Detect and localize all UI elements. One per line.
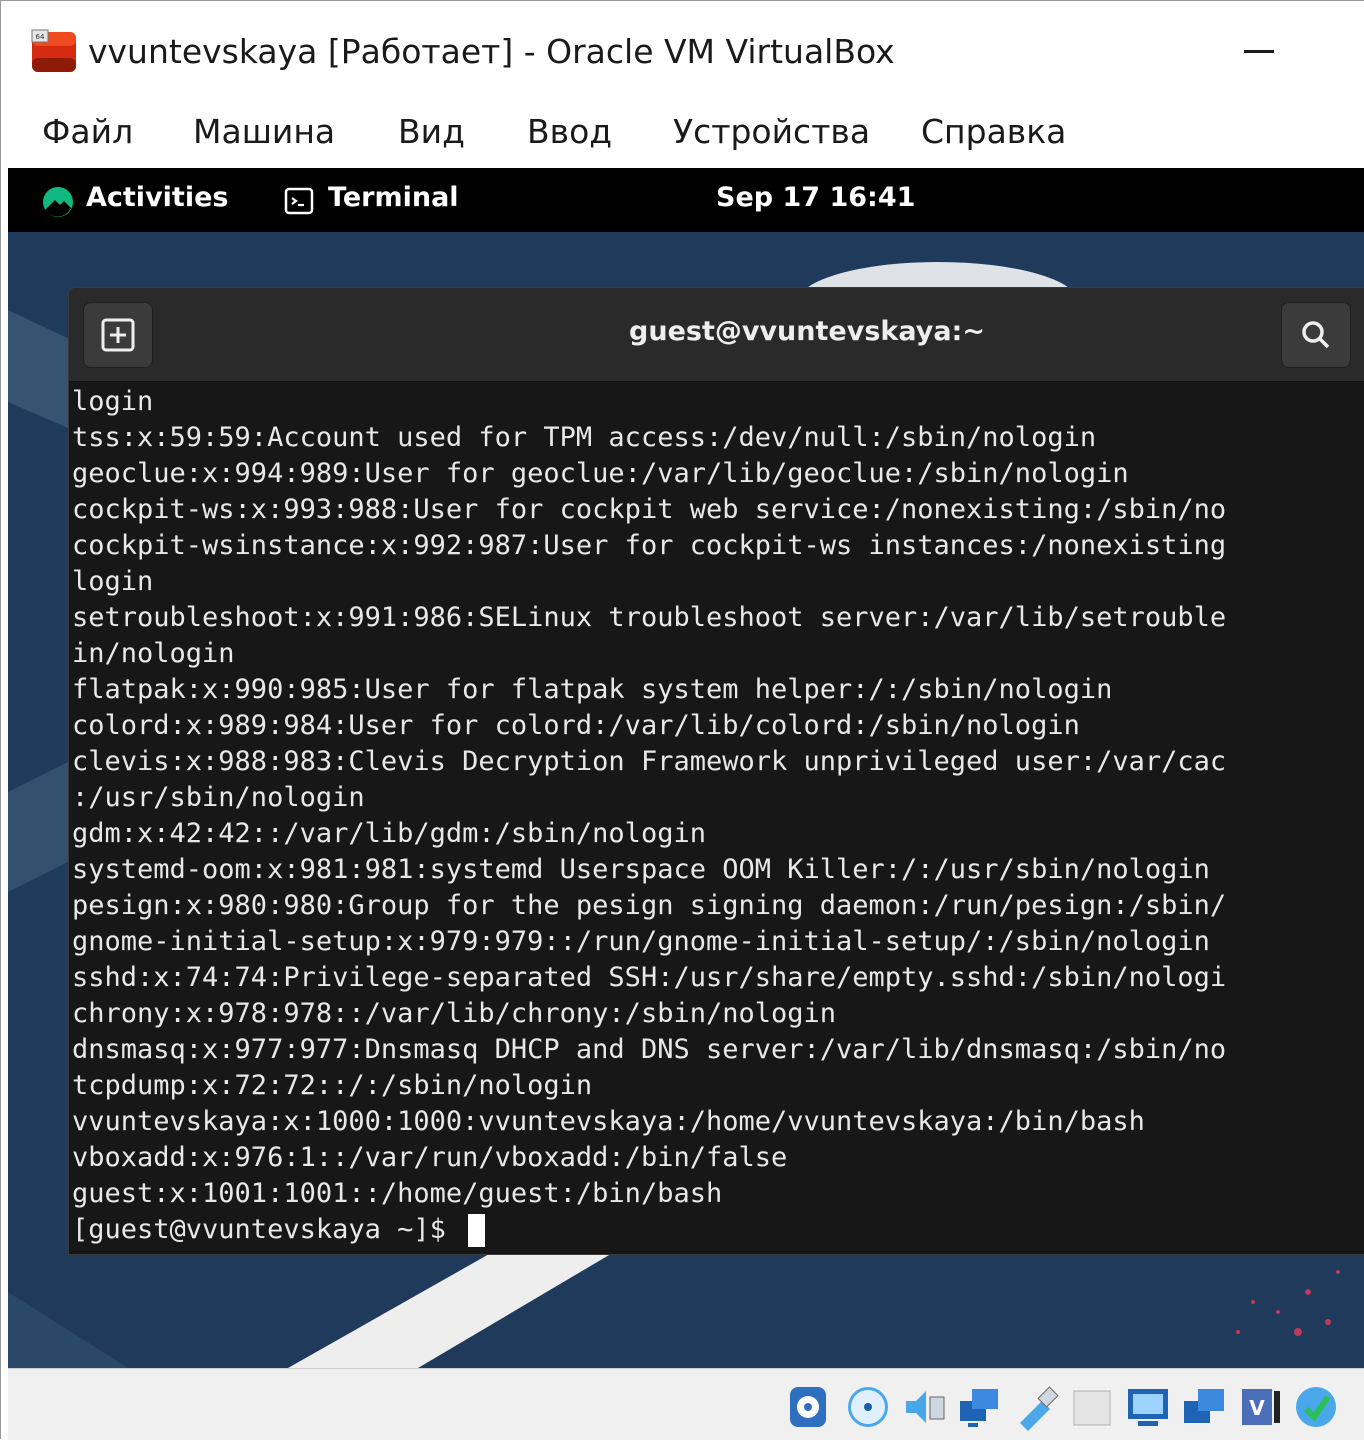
app-menu-label: Terminal xyxy=(328,182,459,213)
menu-view[interactable]: Вид xyxy=(398,112,465,151)
terminal-line: setroubleshoot:x:991:986:SELinux trouble… xyxy=(72,602,1227,633)
usb-icon[interactable] xyxy=(1012,1383,1060,1431)
terminal-line: cockpit-wsinstance:x:992:987:User for co… xyxy=(72,530,1227,561)
search-icon xyxy=(1302,321,1330,349)
terminal-line: guest:x:1001:1001::/home/guest:/bin/bash xyxy=(72,1178,723,1209)
shell-prompt: [guest@vvuntevskaya ~]$ xyxy=(72,1214,463,1245)
menu-machine[interactable]: Машина xyxy=(193,112,335,151)
menu-input[interactable]: Ввод xyxy=(527,112,612,151)
terminal-line: systemd-oom:x:981:981:systemd Userspace … xyxy=(72,854,1210,885)
menu-bar: Файл Машина Вид Ввод Устройства Справка xyxy=(8,102,1364,168)
terminal-line: tss:x:59:59:Account used for TPM access:… xyxy=(72,422,1097,453)
hard-disk-icon[interactable] xyxy=(784,1383,832,1431)
terminal-window[interactable]: guest@vvuntevskaya:~ login tss:x:59:59:A… xyxy=(68,287,1364,1255)
menu-file[interactable]: Файл xyxy=(42,112,133,151)
terminal-line: flatpak:x:990:985:User for flatpak syste… xyxy=(72,674,1113,705)
minimize-button[interactable] xyxy=(1244,50,1274,53)
terminal-line: sshd:x:74:74:Privilege-separated SSH:/us… xyxy=(72,962,1227,993)
terminal-output[interactable]: login tss:x:59:59:Account used for TPM a… xyxy=(72,384,1364,1250)
cpu-icon[interactable]: V xyxy=(1236,1383,1284,1431)
terminal-line: in/nologin xyxy=(72,638,235,669)
terminal-headerbar[interactable]: guest@vvuntevskaya:~ xyxy=(69,288,1364,382)
recording-icon[interactable] xyxy=(1180,1383,1228,1431)
terminal-line: tcpdump:x:72:72::/:/sbin/nologin xyxy=(72,1070,593,1101)
terminal-line: :/usr/sbin/nologin xyxy=(72,782,365,813)
svg-text:V: V xyxy=(1249,1396,1265,1420)
display-icon[interactable] xyxy=(1124,1383,1172,1431)
terminal-line: vvuntevskaya:x:1000:1000:vvuntevskaya:/h… xyxy=(72,1106,1145,1137)
shared-folders-icon[interactable] xyxy=(1068,1383,1116,1431)
terminal-line: chrony:x:978:978::/var/lib/chrony:/sbin/… xyxy=(72,998,837,1029)
terminal-line: geoclue:x:994:989:User for geoclue:/var/… xyxy=(72,458,1129,489)
terminal-line: colord:x:989:984:User for colord:/var/li… xyxy=(72,710,1080,741)
audio-icon[interactable] xyxy=(900,1383,948,1431)
guest-display[interactable]: Activities Terminal Sep 17 16:41 guest@v… xyxy=(8,168,1364,1368)
terminal-line: clevis:x:988:983:Clevis Decryption Frame… xyxy=(72,746,1227,777)
network-icon[interactable] xyxy=(956,1383,1004,1431)
text-cursor xyxy=(468,1214,486,1247)
optical-drive-icon[interactable] xyxy=(844,1383,892,1431)
terminal-line: dnsmasq:x:977:977:Dnsmasq DHCP and DNS s… xyxy=(72,1034,1227,1065)
svg-text:64: 64 xyxy=(36,33,45,41)
clock[interactable]: Sep 17 16:41 xyxy=(716,182,915,213)
terminal-app-icon xyxy=(284,187,314,215)
status-bar: V xyxy=(8,1368,1364,1440)
mouse-integration-icon[interactable] xyxy=(1292,1383,1340,1431)
terminal-line: pesign:x:980:980:Group for the pesign si… xyxy=(72,890,1227,921)
virtualbox-logo-icon: 64 xyxy=(31,29,76,72)
window-title: vvuntevskaya [Работает] - Oracle VM Virt… xyxy=(88,32,895,71)
terminal-line: vboxadd:x:976:1::/var/run/vboxadd:/bin/f… xyxy=(72,1142,788,1173)
activities-label: Activities xyxy=(86,182,229,213)
gnome-top-bar: Activities Terminal Sep 17 16:41 xyxy=(8,168,1364,232)
rocky-logo-icon xyxy=(43,187,73,217)
terminal-line: login xyxy=(72,566,154,597)
terminal-line: login xyxy=(72,386,154,417)
terminal-line: gnome-initial-setup:x:979:979::/run/gnom… xyxy=(72,926,1210,957)
terminal-prompt-line[interactable]: [guest@vvuntevskaya ~]$ xyxy=(72,1212,1364,1248)
search-button[interactable] xyxy=(1281,302,1351,368)
terminal-line: cockpit-ws:x:993:988:User for cockpit we… xyxy=(72,494,1227,525)
terminal-line: gdm:x:42:42::/var/lib/gdm:/sbin/nologin xyxy=(72,818,706,849)
menu-devices[interactable]: Устройства xyxy=(673,112,870,151)
terminal-title: guest@vvuntevskaya:~ xyxy=(629,316,985,347)
window-titlebar[interactable]: 64 vvuntevskaya [Работает] - Oracle VM V… xyxy=(8,6,1364,102)
menu-help[interactable]: Справка xyxy=(921,112,1066,151)
